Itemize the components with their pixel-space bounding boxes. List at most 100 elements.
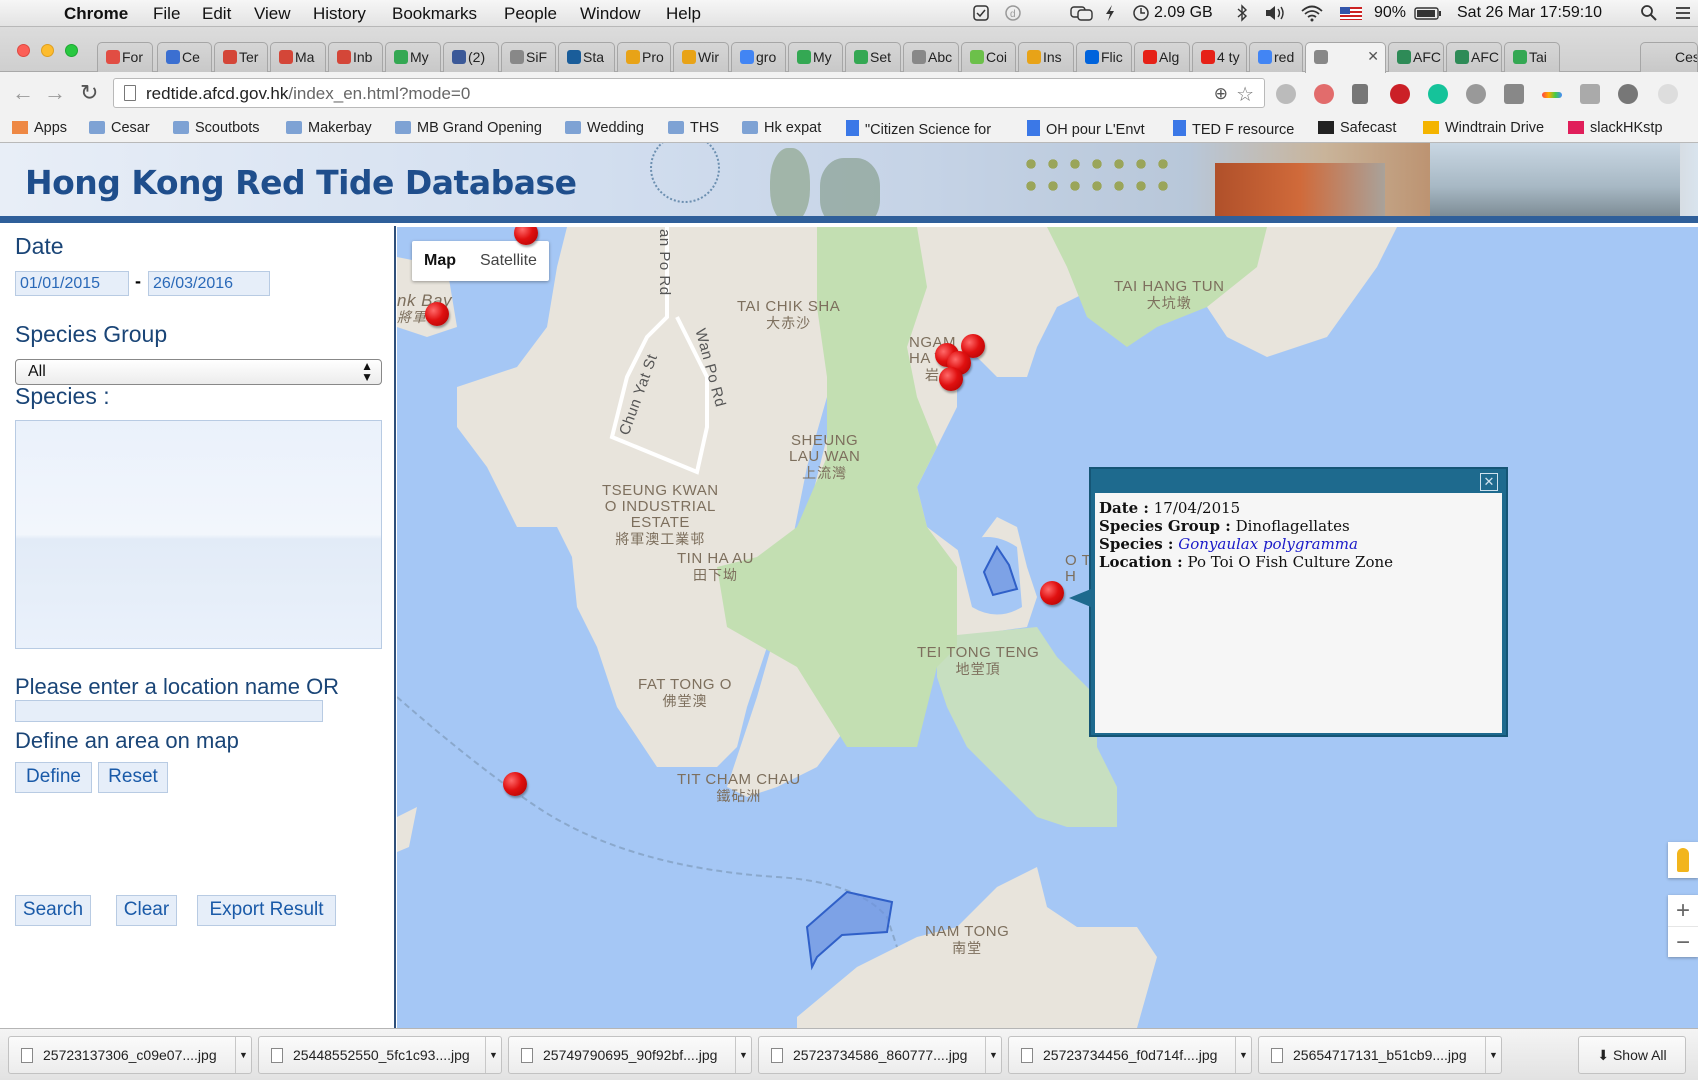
browser-tab[interactable]: Abc xyxy=(903,42,959,72)
date-to-input[interactable]: 26/03/2016 xyxy=(148,271,270,296)
browser-tab[interactable]: Coi xyxy=(961,42,1016,72)
bookmark-folder[interactable]: Scoutbots xyxy=(173,120,260,136)
show-all-downloads-button[interactable]: ⬇ Show All xyxy=(1578,1036,1686,1074)
extension-s-icon[interactable] xyxy=(1466,84,1486,104)
menu-history[interactable]: History xyxy=(313,4,366,24)
download-item[interactable]: 25448552550_5fc1c93....jpg ▼ xyxy=(258,1036,502,1074)
browser-tab[interactable]: Pro xyxy=(617,42,671,72)
window-minimize-button[interactable] xyxy=(41,44,54,57)
bookmark-doc[interactable]: TED F resource xyxy=(1173,120,1294,138)
tab-overflow[interactable]: Ces xyxy=(1640,42,1698,72)
download-menu-caret-icon[interactable]: ▼ xyxy=(235,1037,251,1073)
download-menu-caret-icon[interactable]: ▼ xyxy=(985,1037,1001,1073)
dash-status-icon[interactable]: d xyxy=(1004,4,1022,22)
browser-tab[interactable]: gro xyxy=(731,42,786,72)
download-menu-caret-icon[interactable]: ▼ xyxy=(1485,1037,1501,1073)
battery-icon[interactable] xyxy=(1414,4,1442,22)
download-menu-caret-icon[interactable]: ▼ xyxy=(735,1037,751,1073)
forward-arrow-icon[interactable]: → xyxy=(44,80,66,106)
clear-button[interactable]: Clear xyxy=(116,895,177,926)
menu-app-name[interactable]: Chrome xyxy=(64,4,128,24)
url-text[interactable]: redtide.afcd.gov.hk/index_en.html?mode=0 xyxy=(146,84,470,104)
extension-pocket-icon[interactable] xyxy=(1504,84,1524,104)
browser-tab[interactable]: Wir xyxy=(673,42,729,72)
extension-eyedropper-icon[interactable] xyxy=(1352,84,1368,104)
info-window-close-icon[interactable]: ✕ xyxy=(1480,473,1498,491)
bookmark-safecast[interactable]: Safecast xyxy=(1318,120,1396,136)
menu-window[interactable]: Window xyxy=(580,4,640,24)
menu-edit[interactable]: Edit xyxy=(202,4,231,24)
bookmark-folder[interactable]: Wedding xyxy=(565,120,644,136)
download-item[interactable]: 25723137306_c09e07....jpg ▼ xyxy=(8,1036,252,1074)
browser-tab[interactable]: Alg xyxy=(1134,42,1190,72)
browser-tab[interactable]: My xyxy=(385,42,441,72)
chrome-menu-icon[interactable] xyxy=(1658,84,1678,104)
volume-icon[interactable] xyxy=(1264,4,1286,22)
browser-tab[interactable]: (2) xyxy=(443,42,499,72)
bluetooth-icon[interactable] xyxy=(1236,4,1248,22)
browser-tab[interactable]: SiF xyxy=(501,42,556,72)
extension-asana-icon[interactable] xyxy=(1314,84,1334,104)
species-listbox[interactable] xyxy=(15,420,382,649)
browser-tab[interactable]: Ce xyxy=(157,42,212,72)
reload-icon[interactable]: ↻ xyxy=(80,80,98,106)
browser-tab[interactable]: Set xyxy=(845,42,901,72)
browser-tab[interactable]: My xyxy=(788,42,843,72)
red-tide-marker-selected[interactable] xyxy=(1040,581,1064,605)
fish-culture-zone-nam-tong[interactable] xyxy=(805,890,894,971)
grammarly-extension-icon[interactable] xyxy=(1428,84,1448,104)
download-item[interactable]: 25723734586_860777....jpg ▼ xyxy=(758,1036,1002,1074)
bookmark-folder[interactable]: Makerbay xyxy=(286,120,372,136)
tab-close-icon[interactable]: ✕ xyxy=(1367,48,1379,65)
download-item[interactable]: 25749790695_90f92bf....jpg ▼ xyxy=(508,1036,752,1074)
bookmark-apps[interactable]: Apps xyxy=(12,120,67,136)
extension-quote-icon[interactable] xyxy=(1276,84,1296,104)
us-flag-icon[interactable] xyxy=(1340,4,1362,22)
red-tide-marker[interactable] xyxy=(939,367,963,391)
red-tide-marker[interactable] xyxy=(503,772,527,796)
zoom-out-button[interactable]: − xyxy=(1668,926,1698,957)
notification-center-icon[interactable] xyxy=(1674,4,1692,22)
window-zoom-button[interactable] xyxy=(65,44,78,57)
address-bar[interactable]: redtide.afcd.gov.hk/index_en.html?mode=0… xyxy=(113,78,1265,108)
menu-people[interactable]: People xyxy=(504,4,557,24)
menu-help[interactable]: Help xyxy=(666,4,701,24)
browser-tab[interactable]: Inb xyxy=(328,42,383,72)
red-tide-marker[interactable] xyxy=(425,302,449,326)
export-result-button[interactable]: Export Result xyxy=(197,895,336,926)
menu-file[interactable]: File xyxy=(153,4,180,24)
browser-tab[interactable]: For xyxy=(97,42,153,72)
bookmark-doc[interactable]: "Citizen Science for xyxy=(846,120,991,138)
browser-tab[interactable]: Tai xyxy=(1504,42,1560,72)
bookmark-star-icon[interactable]: ☆ xyxy=(1236,82,1254,107)
map-type-map-button[interactable]: Map xyxy=(412,241,468,281)
back-arrow-icon[interactable]: ← xyxy=(12,80,34,106)
bookmark-folder[interactable]: THS xyxy=(668,120,719,136)
bookmark-folder[interactable]: Cesar xyxy=(89,120,150,136)
date-from-input[interactable]: 01/01/2015 xyxy=(15,271,129,296)
bookmark-folder[interactable]: Hk expat xyxy=(742,120,821,136)
search-button[interactable]: Search xyxy=(15,895,91,926)
clock-datetime[interactable]: Sat 26 Mar 17:59:10 xyxy=(1457,4,1602,22)
zoom-icon[interactable]: ⊕ xyxy=(1214,84,1228,104)
wifi-icon[interactable] xyxy=(1300,4,1324,22)
bookmark-slack[interactable]: slackHKstp xyxy=(1568,120,1663,136)
browser-tab[interactable]: 4 ty xyxy=(1192,42,1247,72)
extension-grid-icon[interactable] xyxy=(1618,84,1638,104)
define-button[interactable]: Define xyxy=(15,762,92,793)
bookmark-folder[interactable]: MB Grand Opening xyxy=(395,120,542,136)
download-item[interactable]: 25654717131_b51cb9....jpg ▼ xyxy=(1258,1036,1502,1074)
species-group-select[interactable]: All ▲ ▼ xyxy=(15,359,382,385)
browser-tab[interactable]: AFC xyxy=(1388,42,1444,72)
browser-tab[interactable]: Sta xyxy=(558,42,615,72)
browser-tab[interactable]: red xyxy=(1249,42,1303,72)
zoom-in-button[interactable]: + xyxy=(1668,895,1698,926)
download-menu-caret-icon[interactable]: ▼ xyxy=(485,1037,501,1073)
download-menu-caret-icon[interactable]: ▼ xyxy=(1235,1037,1251,1073)
browser-tab[interactable]: ✕ xyxy=(1305,42,1386,73)
bookmark-doc[interactable]: OH pour L'Envt xyxy=(1027,120,1145,138)
lightning-status-icon[interactable] xyxy=(1104,4,1116,22)
browser-tab[interactable]: Flic xyxy=(1076,42,1132,72)
messages-status-icon[interactable] xyxy=(1070,4,1094,22)
map-view[interactable]: Map Satellite nk Bay 將軍 an Po Rd Wan Po Rd… xyxy=(397,227,1698,1028)
